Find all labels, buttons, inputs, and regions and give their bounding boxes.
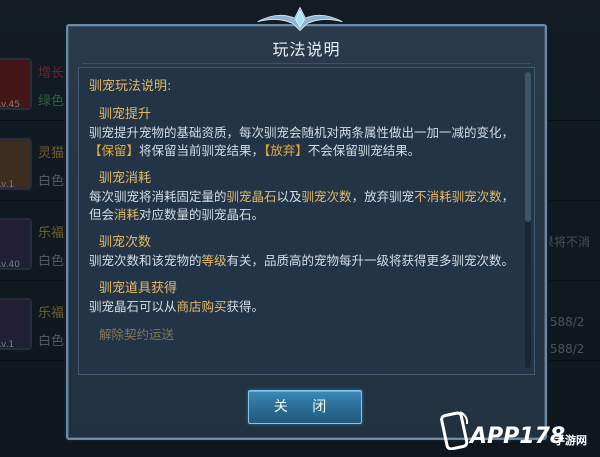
highlight-text: 驯宠次数 [301,189,352,204]
highlight-text: 【保留】 [89,143,140,158]
highlight-text: 商店购买 [176,299,227,314]
plain-text: 对应数量的驯宠晶石。 [139,207,265,222]
section-title: 驯宠道具获得 [99,281,178,296]
section-title: 驯宠消耗 [99,171,152,186]
section-title: 驯宠提升 [99,107,152,122]
plain-text: 将保留当前驯宠结果， [139,143,265,158]
phone-logo-icon [440,411,469,450]
plain-text: 驯宠晶石可以从 [89,299,177,314]
section-text: 每次驯宠将消耗固定量的驯宠晶石以及驯宠次数，放弃驯宠不消耗驯宠次数，但会消耗对应… [89,188,524,224]
rules-content-panel[interactable]: 驯宠玩法说明: 驯宠提升驯宠提升宠物的基础资质，每次驯宠会随机对两条属性做出一加… [78,67,535,375]
crest-ornament-icon [257,6,343,32]
watermark-text: APP178 [470,424,566,449]
highlight-text: 驯宠晶石 [226,189,277,204]
section-text: 驯宠晶石可以从商店购买获得。 [89,298,524,316]
rules-text: 驯宠玩法说明: 驯宠提升驯宠提升宠物的基础资质，每次驯宠会随机对两条属性做出一加… [89,73,524,344]
watermark-subtext: 手游网 [554,434,587,447]
watermark: APP178 手游网 [432,404,600,457]
plain-text: 有关，品质高的宠物每升一级将获得更多驯宠次数。 [226,253,515,268]
scrollbar[interactable] [525,72,531,368]
plain-text: 每次驯宠将消耗固定量的 [89,189,227,204]
highlight-text: 不消耗驯宠次数 [414,189,502,204]
title-divider [82,63,531,64]
highlight-text: 等级 [201,253,227,268]
plain-text: 驯宠次数和该宠物的 [89,253,202,268]
plain-text: 驯宠提升宠物的基础资质，每次驯宠会随机对两条属性做出一加一减的变化， [89,125,515,140]
section-text: 驯宠次数和该宠物的等级有关，品质高的宠物每升一级将获得更多驯宠次数。 [89,252,524,270]
rules-heading: 驯宠玩法说明: [89,79,172,94]
section-title: 驯宠次数 [99,235,152,250]
scroll-thumb[interactable] [525,72,531,222]
dialog-title: 玩法说明 [272,40,341,59]
plain-text: ，放弃驯宠 [351,189,415,204]
highlight-text: 消耗 [114,207,140,222]
plain-text: 不会保留驯宠结果。 [307,143,421,158]
plain-text: 以及 [276,189,302,204]
section-text: 驯宠提升宠物的基础资质，每次驯宠会随机对两条属性做出一加一减的变化， 【保留】将保… [89,124,524,160]
rules-dialog: 玩法说明 驯宠玩法说明: 驯宠提升驯宠提升宠物的基础资质，每次驯宠会随机对两条属… [66,24,547,440]
partial-section-title: 解除契约运送 [99,327,175,342]
plain-text: 获得。 [226,299,265,314]
highlight-text: 【放弃】 [264,143,308,158]
close-button[interactable]: 关 闭 [248,390,362,424]
